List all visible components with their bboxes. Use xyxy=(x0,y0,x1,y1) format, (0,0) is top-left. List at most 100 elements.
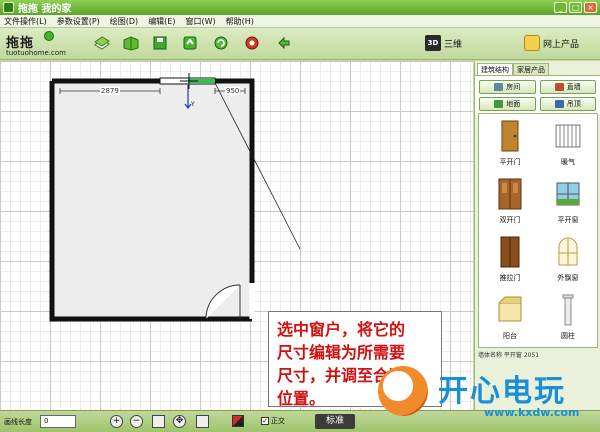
room-icon xyxy=(494,83,504,91)
color-picker[interactable] xyxy=(232,415,244,427)
category-buttons: 房间 直墙 地面 吊顶 xyxy=(475,75,600,115)
close-button[interactable]: × xyxy=(584,2,597,13)
save-button[interactable] xyxy=(150,33,170,53)
callout-line-4: 位置。 xyxy=(277,389,326,408)
ortho-label: 正交 xyxy=(271,417,285,425)
line-length-input[interactable]: 0 xyxy=(40,415,76,428)
app-icon xyxy=(3,2,14,13)
item-casement-window[interactable]: 平开窗 xyxy=(539,174,597,230)
window-controls: _ □ × xyxy=(554,2,597,13)
item-label: 外飘窗 xyxy=(557,274,579,282)
toolbar: 拖拖 tuotuohome.com 3D 三维 网上产品 xyxy=(0,28,600,60)
refresh-icon xyxy=(214,36,228,50)
room-floor[interactable] xyxy=(52,81,252,319)
callout-line-1: 选中窗户，将它的 xyxy=(277,320,406,339)
item-label: 平开窗 xyxy=(557,216,579,224)
balcony-icon xyxy=(498,296,522,322)
menu-edit[interactable]: 编辑(E) xyxy=(148,16,175,27)
standard-mode-button[interactable]: 标准 xyxy=(315,414,355,429)
callout-line-3: 尺寸，并调至合适 xyxy=(277,366,406,385)
y-axis-label: Y xyxy=(191,101,195,108)
dimension-left[interactable]: 2879 xyxy=(100,87,120,95)
instruction-callout: 选中窗户，将它的 尺寸编辑为所需要 尺寸，并调至合适 位置。 xyxy=(268,311,442,408)
radiator-icon xyxy=(555,124,581,148)
menu-settings[interactable]: 参数设置(P) xyxy=(57,16,100,27)
item-double-door[interactable]: 双开门 xyxy=(481,174,539,230)
save-icon xyxy=(153,36,167,50)
floor-icon xyxy=(494,100,504,108)
callout-line-2: 尺寸编辑为所需要 xyxy=(277,343,406,362)
menu-draw[interactable]: 绘图(D) xyxy=(110,16,138,27)
item-bay-window[interactable]: 外飘窗 xyxy=(539,232,597,288)
category-wall-button[interactable]: 直墙 xyxy=(539,80,596,94)
undo-arrow-icon xyxy=(278,36,290,50)
menu-help[interactable]: 帮助(H) xyxy=(226,16,254,27)
menu-bar: 文件操作(L) 参数设置(P) 绘图(D) 编辑(E) 窗口(W) 帮助(H) xyxy=(0,15,600,28)
view-3d-label: 三维 xyxy=(444,39,463,50)
category-room-label: 房间 xyxy=(506,83,521,91)
column-icon xyxy=(562,294,574,326)
item-single-door[interactable]: 平开门 xyxy=(481,116,539,172)
item-sliding-door[interactable]: 推拉门 xyxy=(481,232,539,288)
item-label: 圆柱 xyxy=(561,332,575,340)
title-bar: 拖拖 我的家 _ □ × xyxy=(0,0,600,15)
logo: 拖拖 tuotuohome.com xyxy=(4,30,66,58)
item-column[interactable]: 圆柱 xyxy=(539,290,597,346)
casement-window-icon xyxy=(556,182,580,206)
menu-file[interactable]: 文件操作(L) xyxy=(4,16,47,27)
zoom-out-button[interactable]: − xyxy=(130,415,143,428)
item-label: 阳台 xyxy=(503,332,517,340)
fit-view-button[interactable] xyxy=(152,415,165,428)
item-balcony[interactable]: 阳台 xyxy=(481,290,539,346)
category-floor-button[interactable]: 地面 xyxy=(479,97,536,111)
tab-home-products[interactable]: 家居产品 xyxy=(513,63,549,75)
pan-button[interactable]: ✥ xyxy=(173,415,186,428)
online-products-button[interactable]: 网上产品 xyxy=(524,34,579,52)
logo-ball-icon xyxy=(44,31,54,41)
open-book-icon xyxy=(123,36,139,51)
drawing-canvas[interactable]: 2879 950 Y 选中窗户，将它的 尺寸编辑为所需要 尺寸，并调至合适 位置… xyxy=(0,61,473,410)
sliding-door-icon xyxy=(500,236,520,268)
category-room-button[interactable]: 房间 xyxy=(479,80,536,94)
category-ceiling-button[interactable]: 吊顶 xyxy=(539,97,596,111)
bay-window-icon xyxy=(558,237,578,266)
ceiling-icon xyxy=(554,100,564,108)
property-row: 墙体名称 平开窗 2051 xyxy=(478,352,540,359)
tab-building-structure[interactable]: 建筑结构 xyxy=(477,63,513,75)
double-door-icon xyxy=(498,178,522,210)
status-bar: 画线长度 0 + − ✥ ✓ 正交 标准 xyxy=(0,410,600,432)
component-panel: 建筑结构 家居产品 房间 直墙 地面 吊顶 平开门 暖气 双开门 平开窗 推拉门 xyxy=(474,61,600,410)
category-ceiling-label: 吊顶 xyxy=(566,100,581,108)
minimize-button[interactable]: _ xyxy=(554,2,567,13)
category-wall-label: 直墙 xyxy=(566,83,581,91)
refresh-button[interactable] xyxy=(211,33,231,53)
ortho-checkbox[interactable]: ✓ xyxy=(261,417,269,425)
open-file-button[interactable] xyxy=(121,33,141,53)
record-button[interactable] xyxy=(242,33,262,53)
record-icon xyxy=(245,36,259,50)
online-products-label: 网上产品 xyxy=(543,39,580,50)
panel-tabs: 建筑结构 家居产品 xyxy=(477,63,600,75)
view-3d-badge: 3D xyxy=(425,35,441,51)
menu-window[interactable]: 窗口(W) xyxy=(185,16,215,27)
item-radiator[interactable]: 暖气 xyxy=(539,116,597,172)
component-grid: 平开门 暖气 双开门 平开窗 推拉门 外飘窗 阳台 圆柱 xyxy=(478,113,598,348)
export-button[interactable] xyxy=(180,33,200,53)
undo-button[interactable] xyxy=(274,33,294,53)
dimension-right[interactable]: 950 xyxy=(225,87,241,95)
view-3d-button[interactable]: 3D 三维 xyxy=(425,34,462,52)
grid-toggle-button[interactable] xyxy=(196,415,209,428)
window-title: 拖拖 我的家 xyxy=(18,4,72,15)
single-door-icon xyxy=(501,120,519,152)
item-label: 双开门 xyxy=(499,216,521,224)
item-label: 暖气 xyxy=(561,158,575,166)
logo-url: tuotuohome.com xyxy=(6,49,66,57)
ortho-toggle[interactable]: ✓ 正交 xyxy=(261,416,285,426)
new-file-button[interactable] xyxy=(92,33,112,53)
item-label: 推拉门 xyxy=(499,274,521,282)
category-floor-label: 地面 xyxy=(506,100,521,108)
shop-icon xyxy=(524,35,540,51)
zoom-in-button[interactable]: + xyxy=(110,415,123,428)
maximize-button[interactable]: □ xyxy=(569,2,582,13)
wall-icon xyxy=(554,83,564,91)
